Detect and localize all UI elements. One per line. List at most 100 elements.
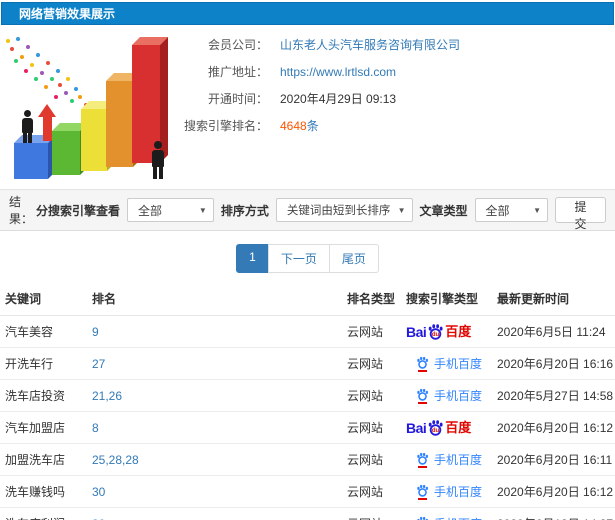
engine-filter-select[interactable]: 全部 ▼ bbox=[126, 198, 214, 222]
keyword-cell: 开洗车行 bbox=[0, 347, 88, 380]
article-type-value: 全部 bbox=[485, 203, 510, 218]
updated-cell: 2020年6月20日 16:16 bbox=[493, 347, 615, 380]
businessman-figure-left bbox=[20, 110, 34, 143]
col-engine-type: 搜索引擎类型 bbox=[402, 282, 493, 316]
table-row: 汽车美容 9 云网站 Bai du 百度 2020年6月5日 11:24 bbox=[0, 315, 615, 348]
rank-type-cell: 云网站 bbox=[343, 443, 402, 476]
rank-link[interactable]: 8 bbox=[92, 421, 99, 435]
updated-cell: 2020年6月5日 11:24 bbox=[493, 315, 615, 348]
company-label: 会员公司： bbox=[207, 38, 268, 52]
rank-cell: 25,28,28 bbox=[88, 443, 343, 476]
baidu-mobile-logo: 手机百度 bbox=[416, 356, 482, 372]
illustration-bar-yellow bbox=[81, 109, 107, 171]
growth-bar-chart-illustration bbox=[0, 25, 182, 189]
page: 网络营销效果展示 会员公司： 山东老人头汽车服务咨询有限公司 推广地址： htt… bbox=[0, 0, 615, 520]
article-type-label: 文章类型 bbox=[419, 203, 468, 218]
engine-cell: 手机百度 bbox=[402, 507, 493, 520]
engine-filter-value: 全部 bbox=[137, 203, 162, 218]
promo-url-label: 推广地址： bbox=[207, 65, 268, 79]
rank-type-cell: 云网站 bbox=[343, 379, 402, 412]
baidu-paw-icon: du bbox=[429, 324, 443, 340]
info-row-open-time: 开通时间： 2020年4月29日 09:13 bbox=[182, 85, 615, 112]
submit-button[interactable]: 提交 bbox=[555, 197, 606, 231]
pagination-last-button[interactable]: 尾页 bbox=[328, 244, 379, 273]
engine-cell: 手机百度 bbox=[402, 443, 493, 476]
rank-cell: 30 bbox=[88, 475, 343, 508]
rank-link[interactable]: 30 bbox=[92, 485, 105, 499]
engine-cell: 手机百度 bbox=[402, 347, 493, 380]
svg-text:du: du bbox=[432, 332, 440, 338]
info-row-ranking-count: 搜索引擎排名： 4648 条 bbox=[182, 112, 615, 139]
company-info-panel: 会员公司： 山东老人头汽车服务咨询有限公司 推广地址： https://www.… bbox=[182, 25, 615, 189]
result-label: 结果： bbox=[9, 195, 34, 226]
rank-link[interactable]: 25,28,28 bbox=[92, 453, 139, 467]
rank-cell: 30 bbox=[88, 507, 343, 520]
pagination: 1 下一页 尾页 bbox=[0, 244, 615, 273]
filter-controls: 分搜索引擎查看 全部 ▼ 排序方式 关键词由短到长排序 ▼ 文章类型 全部 ▼ … bbox=[35, 197, 606, 231]
table-row: 汽车加盟店 8 云网站 Bai du 百度 2020年6月20日 16:12 bbox=[0, 411, 615, 444]
sort-select[interactable]: 关键词由短到长排序 ▼ bbox=[275, 198, 413, 222]
businessman-figure-right bbox=[150, 141, 166, 179]
filter-bar: 结果： 分搜索引擎查看 全部 ▼ 排序方式 关键词由短到长排序 ▼ 文章类型 全… bbox=[0, 189, 615, 231]
keyword-cell: 洗车赚钱吗 bbox=[0, 475, 88, 508]
illustration-bar-orange bbox=[106, 81, 133, 167]
pagination-next-button[interactable]: 下一页 bbox=[267, 244, 330, 273]
table-row: 洗车店利润 30 云网站 手机百度 bbox=[0, 507, 615, 520]
rank-cell: 27 bbox=[88, 347, 343, 380]
engine-filter-label: 分搜索引擎查看 bbox=[35, 203, 120, 218]
red-underline bbox=[418, 369, 427, 372]
col-rank-type: 排名类型 bbox=[343, 282, 402, 316]
rank-cell: 9 bbox=[88, 315, 343, 348]
page-header: 网络营销效果展示 bbox=[1, 2, 614, 25]
updated-cell: 2020年5月27日 14:58 bbox=[493, 379, 615, 412]
ranking-count-unit-link[interactable]: 条 bbox=[307, 117, 319, 134]
table-row: 洗车店投资 21,26 云网站 手机百度 2020年5月27日 14:58 bbox=[0, 379, 615, 412]
rank-type-cell: 云网站 bbox=[343, 315, 402, 348]
rank-link[interactable]: 27 bbox=[92, 357, 105, 371]
chevron-down-icon: ▼ bbox=[533, 205, 542, 215]
table-row: 洗车赚钱吗 30 云网站 手机百度 2020年6月20日 16:12 bbox=[0, 475, 615, 508]
updated-cell: 2020年6月20日 16:12 bbox=[493, 411, 615, 444]
updated-cell: 2020年6月20日 16:12 bbox=[493, 475, 615, 508]
updated-cell: 2020年6月20日 16:11 bbox=[493, 443, 615, 476]
company-name-link[interactable]: 山东老人头汽车服务咨询有限公司 bbox=[280, 36, 460, 53]
keyword-cell: 加盟洗车店 bbox=[0, 443, 88, 476]
mobile-baidu-paw-icon bbox=[416, 484, 429, 500]
mobile-baidu-paw-icon bbox=[416, 516, 429, 520]
promo-url-link[interactable]: https://www.lrtlsd.com bbox=[280, 65, 396, 79]
keyword-cell: 洗车店利润 bbox=[0, 507, 88, 520]
ranking-count-number: 4648 bbox=[280, 118, 307, 133]
rank-cell: 8 bbox=[88, 411, 343, 444]
mobile-baidu-paw-icon bbox=[416, 452, 429, 468]
baidu-mobile-logo: 手机百度 bbox=[416, 484, 482, 500]
sort-value: 关键词由短到长排序 bbox=[286, 205, 391, 217]
pagination-page-1[interactable]: 1 bbox=[236, 244, 269, 273]
table-row: 开洗车行 27 云网站 手机百度 2020年6月20日 16:16 bbox=[0, 347, 615, 380]
chevron-down-icon: ▼ bbox=[397, 205, 406, 215]
article-type-select[interactable]: 全部 ▼ bbox=[474, 198, 549, 222]
baidu-mobile-logo: 手机百度 bbox=[416, 516, 482, 520]
mobile-baidu-paw-icon bbox=[416, 388, 429, 404]
illustration-bar-blue bbox=[14, 143, 48, 179]
baidu-mobile-logo: 手机百度 bbox=[416, 388, 482, 404]
rank-link[interactable]: 30 bbox=[92, 517, 105, 520]
chevron-down-icon: ▼ bbox=[198, 205, 207, 215]
keyword-cell: 汽车加盟店 bbox=[0, 411, 88, 444]
keyword-cell: 汽车美容 bbox=[0, 315, 88, 348]
rank-type-cell: 云网站 bbox=[343, 507, 402, 520]
info-row-url: 推广地址： https://www.lrtlsd.com bbox=[182, 58, 615, 85]
rank-link[interactable]: 21,26 bbox=[92, 389, 122, 403]
baidu-pc-logo: Bai du 百度 bbox=[406, 419, 472, 436]
col-keyword: 关键词 bbox=[0, 282, 88, 316]
ranking-count-label: 搜索引擎排名： bbox=[183, 119, 268, 133]
top-section: 会员公司： 山东老人头汽车服务咨询有限公司 推广地址： https://www.… bbox=[0, 25, 615, 189]
baidu-pc-logo: Bai du 百度 bbox=[406, 323, 472, 340]
rank-link[interactable]: 9 bbox=[92, 325, 99, 339]
col-rank: 排名 bbox=[88, 282, 343, 316]
table-header-row: 关键词 排名 排名类型 搜索引擎类型 最新更新时间 bbox=[0, 282, 615, 316]
engine-cell: Bai du 百度 bbox=[402, 315, 493, 348]
svg-text:du: du bbox=[432, 428, 440, 434]
baidu-paw-icon: du bbox=[429, 420, 443, 436]
results-table: 关键词 排名 排名类型 搜索引擎类型 最新更新时间 汽车美容 9 云网站 Bai bbox=[0, 282, 615, 520]
table-row: 加盟洗车店 25,28,28 云网站 手机百度 2020年6月20日 16:11 bbox=[0, 443, 615, 476]
